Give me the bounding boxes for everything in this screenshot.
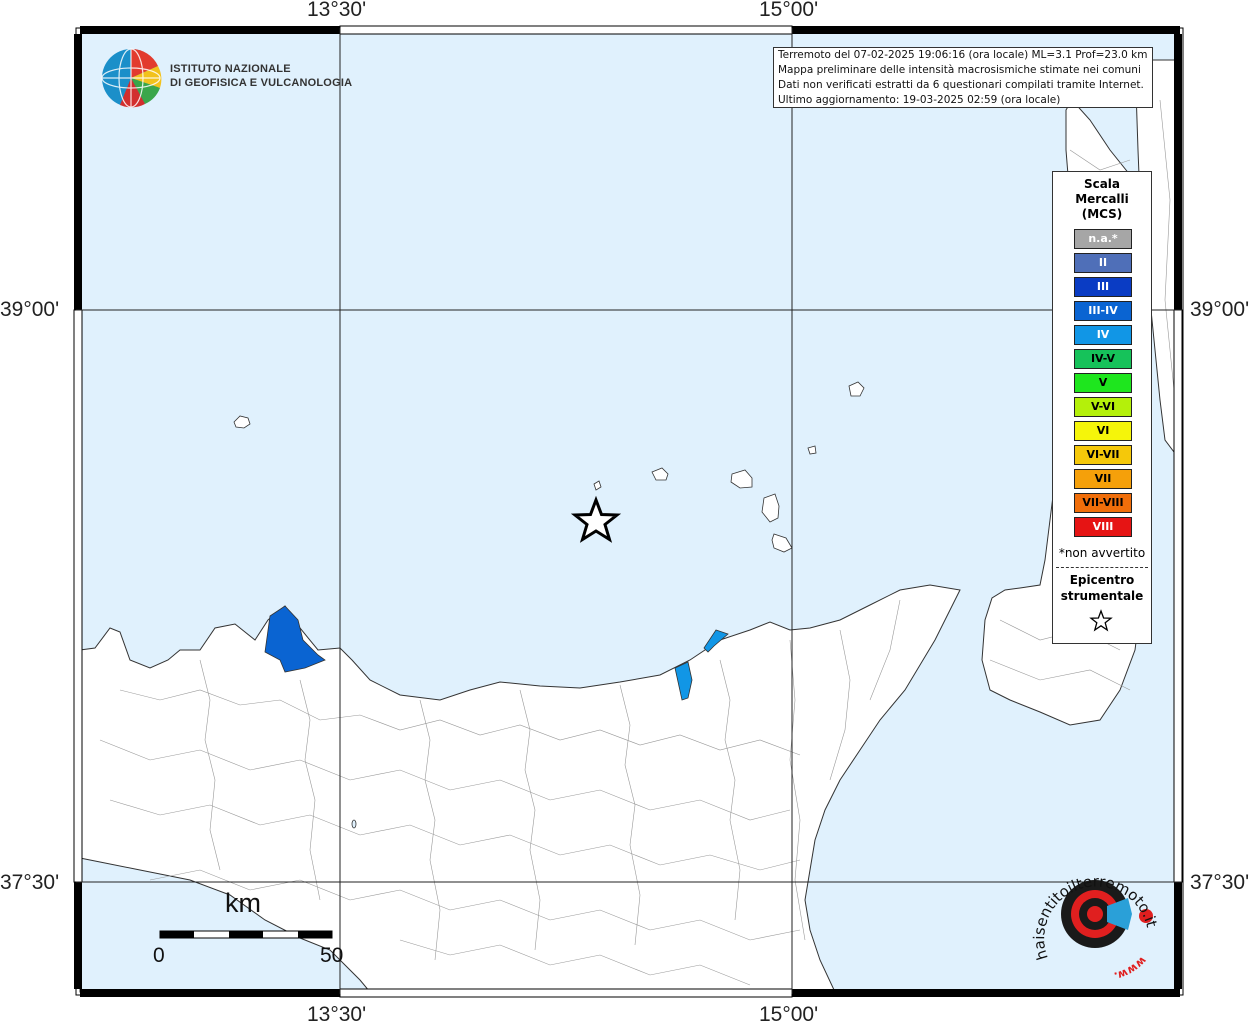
legend-swatch: II	[1074, 253, 1132, 273]
legend-star-icon	[1089, 609, 1113, 632]
legend-swatch: III-IV	[1074, 301, 1132, 321]
legend-swatch: VII-VIII	[1074, 493, 1132, 513]
legend-title-line-3: (MCS)	[1081, 207, 1123, 221]
legend-swatch: IV	[1074, 325, 1132, 345]
scale-unit: km	[225, 888, 261, 918]
lon-label-bottom-left: 13°30'	[307, 1003, 367, 1026]
event-line: Terremoto del 07-02-2025 19:06:16 (ora l…	[778, 49, 1148, 61]
lon-label-bottom-right: 15°00'	[759, 1003, 819, 1026]
legend-swatch: n.a.*	[1074, 229, 1132, 249]
lon-label-top-left: 13°30'	[307, 0, 367, 21]
logo-line-1: ISTITUTO NAZIONALE	[170, 63, 291, 75]
scale-bar	[159, 930, 333, 939]
legend-epicenter-label: Epicentro strumentale	[1053, 572, 1151, 604]
map-description-line: Mappa preliminare delle intensità macros…	[778, 64, 1141, 76]
legend-swatch: VI-VII	[1074, 445, 1132, 465]
legend-swatch: V-VI	[1074, 397, 1132, 417]
watermark-prefix: www.	[1113, 954, 1150, 983]
lake	[351, 819, 357, 829]
lat-label-left-top: 39°00'	[0, 298, 60, 321]
legend-title: Scala Mercalli (MCS)	[1053, 177, 1151, 222]
legend-swatch: VIII	[1074, 517, 1132, 537]
scale-start: 0	[153, 944, 165, 967]
legend-swatch: III	[1074, 277, 1132, 297]
last-update-line: Ultimo aggiornamento: 19-03-2025 02:59 (…	[778, 94, 1061, 106]
event-info-box: Terremoto del 07-02-2025 19:06:16 (ora l…	[773, 47, 1153, 108]
lon-label-top-right: 15°00'	[759, 0, 819, 21]
watermark-site: haisentitoilterremoto.it	[1030, 872, 1161, 962]
lat-label-left-bottom: 37°30'	[0, 871, 60, 894]
legend-swatch: V	[1074, 373, 1132, 393]
legend-title-line-1: Scala	[1083, 177, 1121, 191]
ingv-logo-text: ISTITUTO NAZIONALE DI GEOFISICA E VULCAN…	[170, 62, 352, 90]
legend-note: *non avvertito	[1058, 546, 1146, 560]
svg-text:haisentitoilterremoto.it: haisentitoilterremoto.it	[1030, 872, 1161, 962]
legend-title-line-2: Mercalli	[1075, 192, 1129, 206]
logo-line-2: DI GEOFISICA E VULCANOLOGIA	[170, 77, 353, 89]
legend-swatch: VI	[1074, 421, 1132, 441]
legend-epicenter-line-2: strumentale	[1060, 589, 1144, 603]
legend-divider	[1056, 567, 1148, 568]
lat-label-right-bottom: 37°30'	[1190, 871, 1250, 894]
intensity-legend: Scala Mercalli (MCS) n.a.* II III III-IV IV I…	[1052, 171, 1152, 644]
scale-end: 50	[320, 944, 344, 967]
svg-text:www.: www.	[1113, 954, 1150, 983]
legend-epicenter-line-1: Epicentro	[1069, 573, 1135, 587]
legend-swatch: VII	[1074, 469, 1132, 489]
watermark-text: haisentitoilterremoto.it www.	[1030, 872, 1161, 983]
data-source-line: Dati non verificati estratti da 6 questi…	[778, 79, 1144, 91]
legend-swatch: IV-V	[1074, 349, 1132, 369]
lat-label-right-top: 39°00'	[1190, 298, 1250, 321]
